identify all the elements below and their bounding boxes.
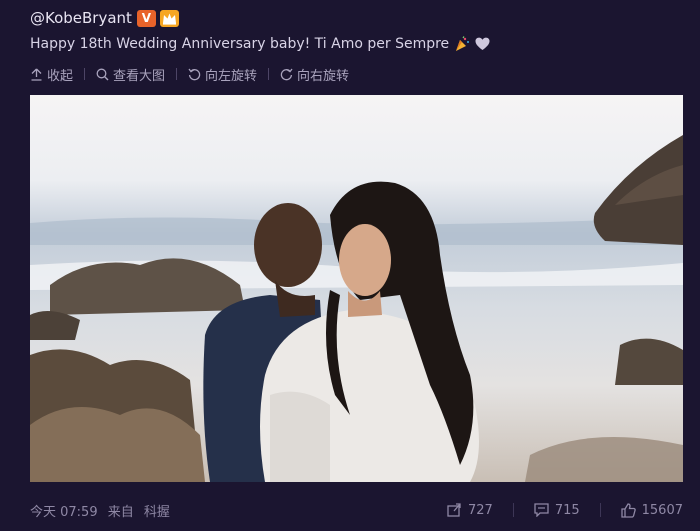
image-toolbar: 收起 查看大图 向左旋转 向右旋转 [30,65,349,84]
member-crown-icon[interactable] [159,9,179,27]
like-button[interactable]: 15607 [620,502,683,518]
username-link[interactable]: @KobeBryant [30,9,132,27]
repost-button[interactable]: 727 [447,503,493,518]
comment-count: 715 [554,502,580,518]
arrow-up-icon [31,68,42,81]
post-header: @KobeBryant V [30,7,179,29]
rotate-right-icon [280,68,293,80]
verified-badge[interactable]: V [136,9,156,27]
stats-divider [599,503,601,517]
comment-icon [534,503,549,517]
rotate-right-label: 向右旋转 [297,68,350,84]
source-prefix: 来自 [107,504,134,520]
party-popper-icon [454,36,470,52]
post-footer: 今天 07:59 来自 科握 727 715 15607 [30,499,683,521]
post-meta: 今天 07:59 来自 科握 [30,501,176,520]
rotate-left-icon [188,68,201,80]
post-text-row: Happy 18th Wedding Anniversary baby! Ti … [30,36,490,52]
post-stats: 727 715 15607 [427,503,683,518]
comment-button[interactable]: 715 [534,503,580,518]
view-large-button[interactable]: 查看大图 [96,65,165,84]
post-photo[interactable] [30,95,683,482]
post-text: Happy 18th Wedding Anniversary baby! Ti … [30,36,450,52]
stats-divider [512,503,514,517]
search-icon [96,68,109,80]
post-time[interactable]: 今天 07:59 [30,505,98,520]
photo-illustration [30,95,683,482]
repost-count: 727 [467,502,493,518]
toolbar-divider [176,68,178,80]
rotate-right-button[interactable]: 向右旋转 [280,65,349,84]
repost-icon [447,503,461,517]
like-count: 15607 [641,502,683,518]
rotate-left-label: 向左旋转 [205,68,258,84]
source-link[interactable]: 科握 [144,505,170,520]
view-large-label: 查看大图 [113,68,166,84]
toolbar-divider [84,68,86,80]
toolbar-divider [268,68,270,80]
collapse-label: 收起 [47,68,74,84]
collapse-button[interactable]: 收起 [30,65,73,84]
thumbs-up-icon [620,502,636,518]
rotate-left-button[interactable]: 向左旋转 [188,65,257,84]
heart-icon [475,37,490,51]
